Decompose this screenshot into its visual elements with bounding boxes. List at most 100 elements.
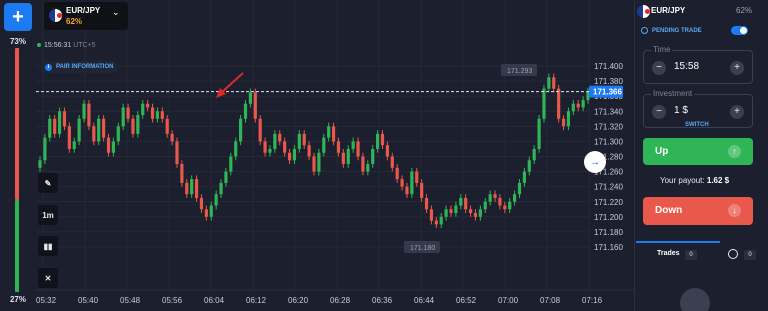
candle-body	[72, 141, 76, 149]
candle-body	[229, 156, 233, 172]
candle-body	[322, 137, 326, 153]
time-value[interactable]: 15:58	[674, 61, 699, 72]
candle-body	[478, 209, 482, 217]
info-icon: i	[45, 63, 52, 71]
timeframe-button[interactable]: 1m	[38, 205, 58, 225]
price-axis-label: 171.400	[594, 62, 623, 71]
price-axis-label: 171.380	[594, 77, 623, 86]
add-chart-button[interactable]: +	[4, 3, 32, 31]
time-minus-button[interactable]: −	[652, 61, 666, 75]
candle-body	[317, 152, 321, 172]
candle-body	[405, 186, 409, 195]
candle-body	[224, 171, 228, 183]
candle-body	[106, 137, 111, 153]
candle-body	[297, 133, 301, 149]
investment-plus-button[interactable]: +	[730, 105, 744, 119]
candle-body	[111, 141, 115, 153]
candle-body	[121, 107, 125, 127]
candle-body	[194, 179, 199, 198]
candle-body	[312, 156, 316, 172]
candle-body	[483, 201, 487, 210]
candle-body	[424, 197, 429, 210]
switch-link[interactable]: SWITCH	[685, 122, 709, 128]
candle-body	[248, 92, 252, 104]
candle-body	[243, 103, 248, 119]
drawing-tool-button[interactable]: ✎	[38, 173, 58, 193]
investment-value[interactable]: 1 $	[674, 105, 688, 116]
candle-body	[287, 152, 292, 161]
candle-body	[571, 103, 575, 112]
candle-body	[116, 126, 120, 142]
candle-body	[136, 115, 140, 134]
candle-body	[190, 179, 194, 195]
candle-body	[77, 118, 81, 142]
time-plus-button[interactable]: +	[730, 61, 744, 75]
candle-body	[468, 209, 473, 214]
candle-body	[253, 92, 257, 119]
candle-body	[38, 160, 42, 168]
candle-body	[547, 77, 551, 89]
candle-body	[420, 182, 424, 198]
candle-body	[234, 141, 238, 157]
chart-type-button[interactable]: ▮▮	[38, 236, 58, 256]
candle-body	[454, 205, 458, 214]
candle-body	[263, 141, 267, 153]
arrow-up-icon: ↑	[728, 145, 741, 158]
time-field[interactable]: Time − 15:58 +	[643, 45, 753, 84]
scroll-to-latest-button[interactable]: →	[584, 151, 606, 173]
time-axis-label: 05:40	[78, 296, 99, 305]
eur-jpy-flag-icon	[49, 9, 62, 22]
candle-body	[444, 209, 448, 217]
candle-body	[385, 145, 389, 157]
candle-body	[561, 118, 566, 127]
pending-trade-toggle[interactable]	[731, 26, 748, 35]
down-button[interactable]: Down ↓	[643, 197, 753, 225]
up-button[interactable]: Up ↑	[643, 138, 753, 165]
clock-time: 15:56:31	[44, 42, 72, 49]
asset-selector[interactable]: EUR/JPY 62% ⌄	[44, 2, 128, 30]
time-axis-label: 07:00	[498, 296, 519, 305]
current-price-label: 171.366	[593, 88, 622, 97]
candle-body	[576, 103, 580, 108]
empty-trades-icon	[680, 288, 710, 311]
candle-body	[390, 156, 394, 168]
candle-body	[410, 171, 414, 195]
candle-body	[542, 88, 546, 119]
candle-body	[395, 167, 399, 180]
candle-body	[146, 103, 150, 108]
time-axis-label: 07:08	[540, 296, 561, 305]
candle-body	[552, 77, 556, 89]
candle-body	[376, 133, 380, 149]
candle-body	[400, 179, 404, 187]
candle-body	[371, 148, 375, 165]
chart-background	[36, 0, 634, 311]
asset-name: EUR/JPY	[66, 6, 101, 15]
trades-count-badge: 0	[685, 250, 697, 260]
candle-body	[283, 141, 287, 153]
price-axis-label: 171.340	[594, 107, 623, 116]
candle-body	[366, 164, 370, 172]
time-axis-label: 06:52	[456, 296, 477, 305]
candle-body	[82, 103, 86, 119]
price-axis-label: 171.200	[594, 213, 623, 222]
candle-body	[165, 118, 169, 134]
history-clock-icon[interactable]	[728, 249, 738, 259]
sentiment-bar-down	[15, 200, 19, 292]
down-percentage: 27%	[9, 295, 26, 304]
pair-information-button[interactable]: i PAIR INFORMATION	[41, 61, 118, 73]
candle-body	[160, 111, 164, 119]
candle-body	[126, 107, 130, 119]
indicators-button[interactable]: ✕	[38, 268, 58, 288]
candle-body	[57, 111, 62, 134]
history-count-badge: 0	[744, 250, 756, 260]
asset-payout: 62%	[66, 17, 83, 26]
investment-minus-button[interactable]: −	[652, 105, 666, 119]
time-axis-label: 05:48	[120, 296, 141, 305]
candle-body	[429, 209, 434, 221]
candle-body	[415, 171, 419, 183]
price-axis-label: 171.180	[594, 228, 623, 237]
candle-body	[67, 126, 71, 149]
candle-body	[239, 118, 243, 142]
chevron-down-icon[interactable]: ⌄	[112, 7, 120, 18]
price-axis-label: 171.300	[594, 137, 623, 146]
